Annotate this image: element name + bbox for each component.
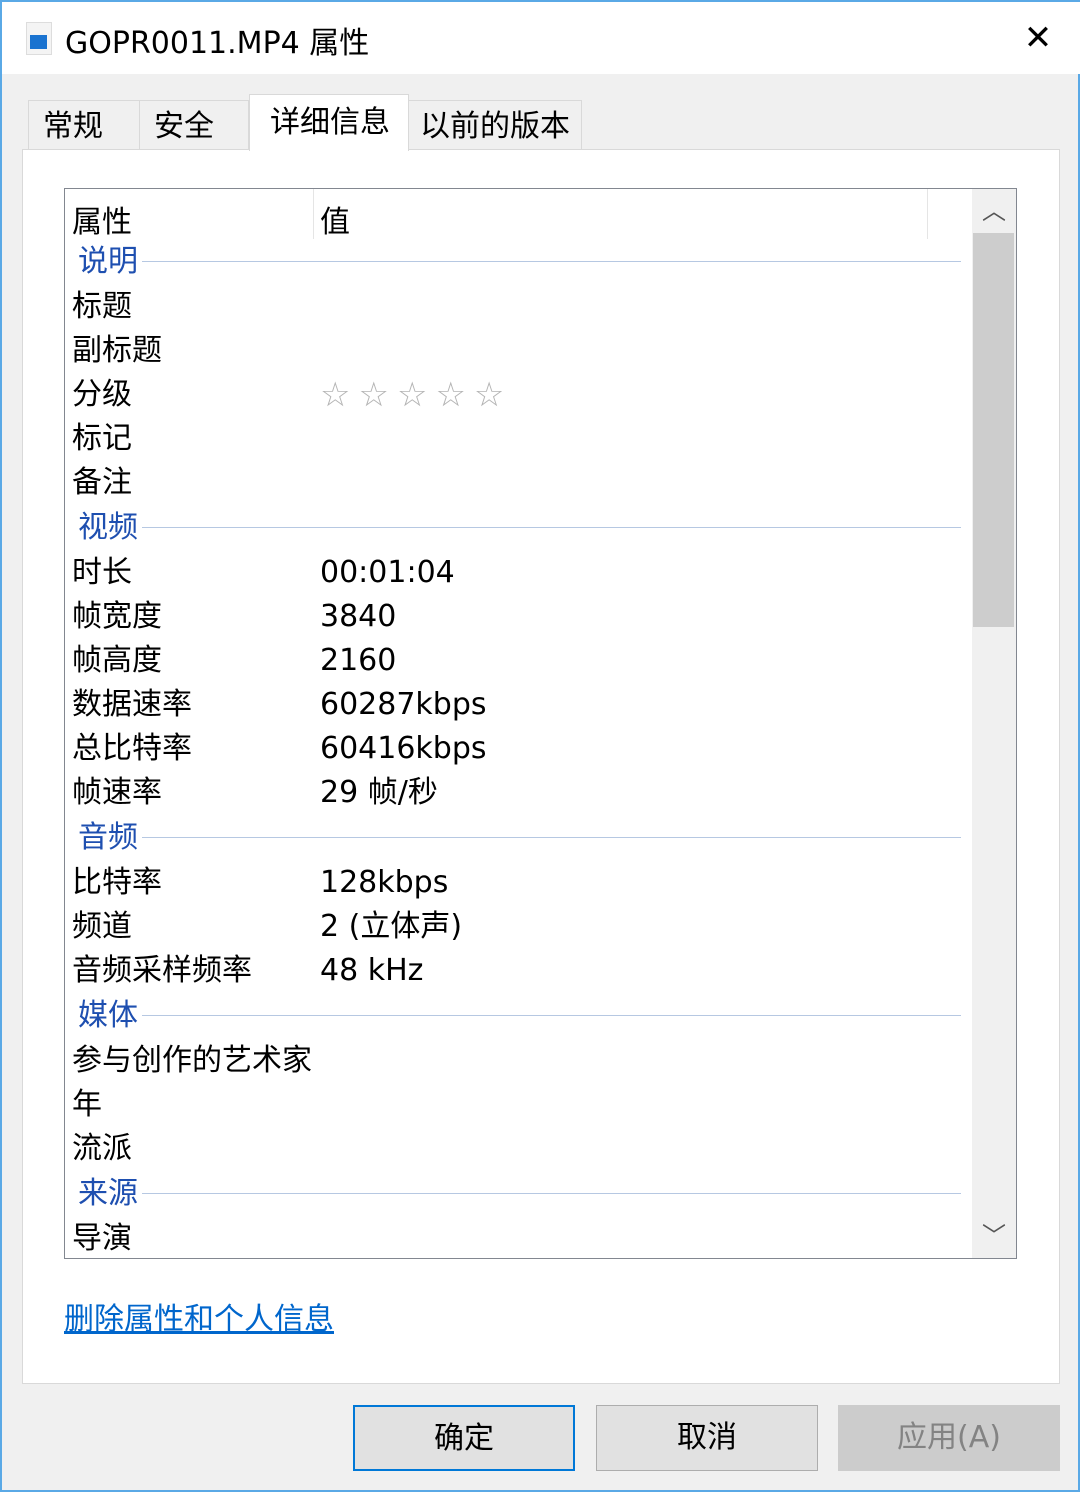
list-item[interactable]: 数据速率 60287kbps (65, 683, 973, 727)
list-item[interactable]: 帧高度 2160 (65, 639, 973, 683)
property-name: 副标题 (72, 333, 162, 368)
property-name: 总比特率 (72, 731, 192, 766)
property-name: 数据速率 (72, 687, 192, 722)
property-value[interactable]: 2160 (320, 639, 396, 683)
property-name: 标题 (72, 289, 132, 324)
group-label: 音频 (78, 815, 142, 861)
ok-button[interactable]: 确定 (353, 1405, 575, 1471)
list-item[interactable]: 比特率 128kbps (65, 861, 973, 905)
scroll-down-icon[interactable]: ﹀ (972, 1214, 1016, 1258)
cancel-button[interactable]: 取消 (596, 1405, 818, 1471)
tab-previous-versions[interactable]: 以前的版本 (408, 100, 582, 150)
title-bar: GOPR0011.MP4 属性 ✕ (2, 2, 1080, 74)
vertical-scrollbar[interactable]: ︿ ﹀ (972, 189, 1016, 1258)
list-item[interactable]: 时长 00:01:04 (65, 551, 973, 595)
scroll-up-icon[interactable]: ︿ (972, 189, 1016, 233)
header-value[interactable]: 值 (320, 197, 350, 241)
group-label: 媒体 (78, 993, 142, 1039)
close-button[interactable]: ✕ (1016, 18, 1060, 58)
scrollbar-thumb[interactable] (973, 233, 1014, 627)
group-header[interactable]: 视频 (65, 505, 973, 551)
group-divider (78, 837, 961, 838)
property-value[interactable]: 60416kbps (320, 727, 487, 771)
list-item[interactable]: 标题 (65, 285, 973, 329)
property-value[interactable]: 29 帧/秒 (320, 771, 438, 815)
property-name: 年 (72, 1087, 102, 1122)
list-item[interactable]: 帧宽度 3840 (65, 595, 973, 639)
list-item[interactable]: 年 (65, 1083, 973, 1127)
property-value[interactable]: 60287kbps (320, 683, 487, 727)
rating-stars[interactable]: ☆☆☆☆☆ (320, 373, 512, 417)
property-name: 导演 (72, 1221, 132, 1256)
window-title: GOPR0011.MP4 属性 (65, 26, 370, 61)
list-item[interactable]: 副标题 (65, 329, 973, 373)
property-value[interactable]: 48 kHz (320, 949, 423, 993)
properties-window: GOPR0011.MP4 属性 ✕ 常规 安全 详细信息 以前的版本 属性 值 … (0, 0, 1080, 1492)
property-name: 帧速率 (72, 775, 162, 810)
list-item[interactable]: 备注 (65, 461, 973, 505)
property-name: 频道 (72, 909, 132, 944)
property-value[interactable]: 00:01:04 (320, 551, 455, 595)
list-header: 属性 值 (65, 189, 973, 241)
group-header[interactable]: 来源 (65, 1171, 973, 1217)
property-value[interactable]: 3840 (320, 595, 396, 639)
tab-details[interactable]: 详细信息 (249, 94, 409, 151)
list-item[interactable]: 参与创作的艺术家 (65, 1039, 973, 1083)
property-name: 帧宽度 (72, 599, 162, 634)
property-name: 参与创作的艺术家 (72, 1043, 312, 1078)
property-name: 帧高度 (72, 643, 162, 678)
property-value[interactable]: 128kbps (320, 861, 448, 905)
property-name: 时长 (72, 555, 132, 590)
remove-properties-link[interactable]: 删除属性和个人信息 (64, 1294, 334, 1338)
group-header[interactable]: 音频 (65, 815, 973, 861)
group-divider (78, 1193, 961, 1194)
list-item[interactable]: 流派 (65, 1127, 973, 1171)
list-item[interactable]: 总比特率 60416kbps (65, 727, 973, 771)
header-property[interactable]: 属性 (72, 197, 132, 241)
property-name: 分级 (72, 377, 132, 412)
group-label: 视频 (78, 505, 142, 551)
video-file-icon (26, 22, 52, 55)
group-label: 来源 (78, 1171, 142, 1217)
list-item[interactable]: 导演 (65, 1217, 973, 1258)
list-item[interactable]: 帧速率 29 帧/秒 (65, 771, 973, 815)
group-divider (78, 261, 961, 262)
list-item[interactable]: 音频采样频率 48 kHz (65, 949, 973, 993)
property-value[interactable]: 2 (立体声) (320, 905, 462, 949)
apply-button[interactable]: 应用(A) (838, 1405, 1060, 1471)
property-name: 流派 (72, 1131, 132, 1166)
tab-security[interactable]: 安全 (139, 100, 249, 150)
list-item[interactable]: 标记 (65, 417, 973, 461)
group-divider (78, 527, 961, 528)
property-list[interactable]: 属性 值 说明标题副标题分级 ☆☆☆☆☆ 标记备注视频时长 00:01:04 帧宽度 38… (64, 188, 1017, 1259)
group-label: 说明 (78, 239, 142, 285)
list-item[interactable]: 频道 2 (立体声) (65, 905, 973, 949)
group-header[interactable]: 媒体 (65, 993, 973, 1039)
property-name: 备注 (72, 465, 132, 500)
tab-general[interactable]: 常规 (28, 100, 140, 150)
group-divider (78, 1015, 961, 1016)
list-item[interactable]: 分级 ☆☆☆☆☆ (65, 373, 973, 417)
group-header[interactable]: 说明 (65, 239, 973, 285)
property-name: 标记 (72, 421, 132, 456)
property-name: 比特率 (72, 865, 162, 900)
property-name: 音频采样频率 (72, 953, 252, 988)
